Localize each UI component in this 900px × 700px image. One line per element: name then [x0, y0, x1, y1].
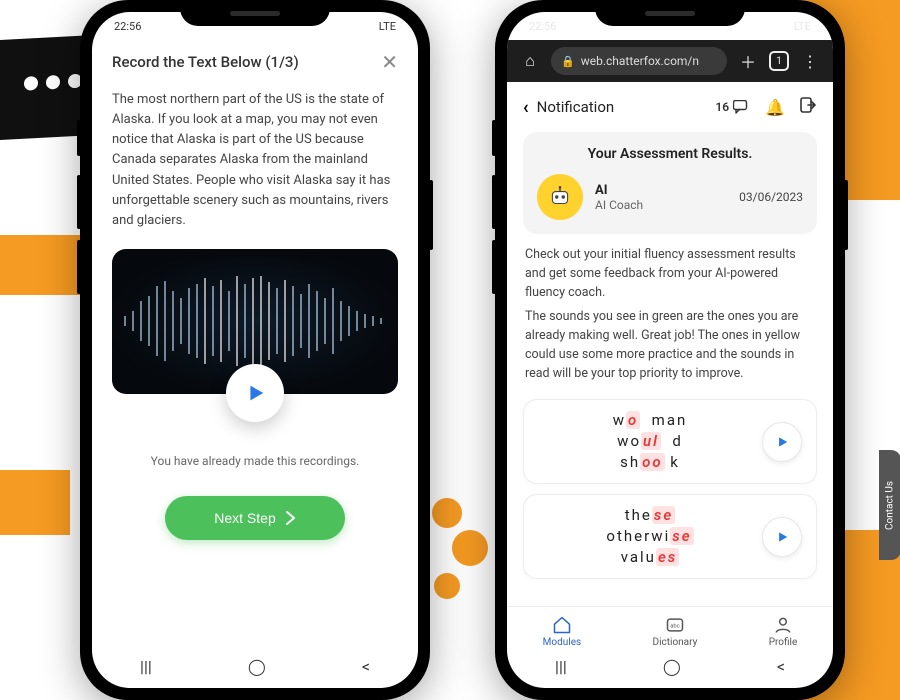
feedback-para: Check out your initial fluency assessmen… — [525, 246, 815, 302]
status-network: LTE — [379, 20, 396, 33]
url-text: web.chatterfox.com/n — [581, 54, 699, 68]
page-title: Notification — [537, 98, 615, 116]
accent-circle — [432, 498, 462, 528]
nav-recent-icon[interactable]: ||| — [140, 659, 152, 675]
record-title: Record the Text Below (1/3) — [112, 53, 299, 71]
accent-circle — [434, 573, 460, 599]
new-tab-icon[interactable]: ＋ — [737, 49, 759, 73]
waveform-icon — [115, 276, 395, 366]
nav-home-icon[interactable]: ◯ — [248, 659, 266, 675]
robot-icon — [547, 184, 573, 210]
tab-profile[interactable]: Profile — [769, 615, 798, 648]
tab-count-icon[interactable]: 1 — [769, 51, 789, 71]
status-time: 22:56 — [529, 20, 556, 33]
ai-name: AI — [595, 183, 727, 198]
reading-passage: The most northern part of the US is the … — [112, 90, 398, 231]
feedback-para: The sounds you see in green are the ones… — [525, 308, 815, 383]
back-icon[interactable]: ‹ — [523, 97, 529, 118]
lock-icon: 🔒 — [561, 55, 575, 68]
play-audio-button[interactable] — [762, 517, 802, 557]
accent-circle — [452, 530, 488, 566]
browser-home-icon[interactable]: ⌂ — [519, 51, 541, 71]
android-nav: ||| ◯ < — [92, 652, 418, 682]
android-nav: ||| ◯ < — [507, 652, 833, 682]
logout-icon[interactable] — [799, 96, 817, 118]
phone-notch — [180, 0, 330, 26]
play-audio-button[interactable] — [762, 422, 802, 462]
nav-home-icon[interactable]: ◯ — [663, 659, 681, 675]
tab-modules[interactable]: Modules — [543, 615, 581, 648]
svg-text:abc: abc — [670, 624, 680, 630]
word-practice-card: wo man woul d shoo k — [523, 399, 817, 484]
assessment-date: 03/06/2023 — [739, 190, 803, 204]
ai-role: AI Coach — [595, 198, 727, 212]
nav-recent-icon[interactable]: ||| — [555, 659, 567, 675]
chevron-right-icon — [286, 511, 296, 525]
ai-avatar — [537, 174, 583, 220]
word-list: these otherwise values — [538, 505, 762, 568]
url-bar[interactable]: 🔒 web.chatterfox.com/n — [551, 47, 727, 75]
word-practice-card: these otherwise values — [523, 494, 817, 579]
next-step-label: Next Step — [214, 510, 275, 526]
bell-icon[interactable]: 🔔 — [765, 98, 785, 117]
play-button[interactable] — [226, 364, 284, 422]
bg-accent-left-low — [0, 470, 70, 535]
contact-us-tab[interactable]: Contact Us — [879, 450, 900, 560]
dictionary-icon: abc — [665, 615, 685, 635]
feedback-text: Check out your initial fluency assessmen… — [507, 246, 833, 389]
play-icon — [244, 382, 266, 404]
browser-toolbar: ⌂ 🔒 web.chatterfox.com/n ＋ 1 ⋮ — [507, 40, 833, 82]
message-count[interactable]: 16 — [715, 100, 751, 114]
next-step-button[interactable]: Next Step — [165, 496, 345, 540]
already-recorded-msg: You have already made this recordings. — [112, 454, 398, 468]
assessment-card: Your Assessment Results. AI AI Coach 03/… — [523, 132, 817, 234]
tab-dictionary[interactable]: abc Dictionary — [653, 615, 698, 648]
phone-notch — [595, 0, 745, 26]
nav-back-icon[interactable]: < — [362, 659, 370, 675]
status-time: 22:56 — [114, 20, 141, 33]
status-network: LTE — [794, 20, 811, 33]
phone-mockup-right: 22:56 LTE ⌂ 🔒 web.chatterfox.com/n ＋ 1 ⋮… — [495, 0, 845, 700]
play-icon — [775, 530, 789, 544]
play-icon — [775, 435, 789, 449]
home-icon — [552, 615, 572, 635]
phone-mockup-left: 22:56 LTE Record the Text Below (1/3) ✕ … — [80, 0, 430, 700]
word-list: wo man woul d shoo k — [538, 410, 762, 473]
close-icon[interactable]: ✕ — [381, 50, 398, 74]
browser-menu-icon[interactable]: ⋮ — [799, 52, 821, 71]
page-header: ‹ Notification 16 🔔 — [507, 82, 833, 128]
nav-back-icon[interactable]: < — [777, 659, 785, 675]
chat-icon — [733, 100, 751, 114]
assessment-heading: Your Assessment Results. — [537, 146, 803, 162]
profile-icon — [773, 615, 793, 635]
